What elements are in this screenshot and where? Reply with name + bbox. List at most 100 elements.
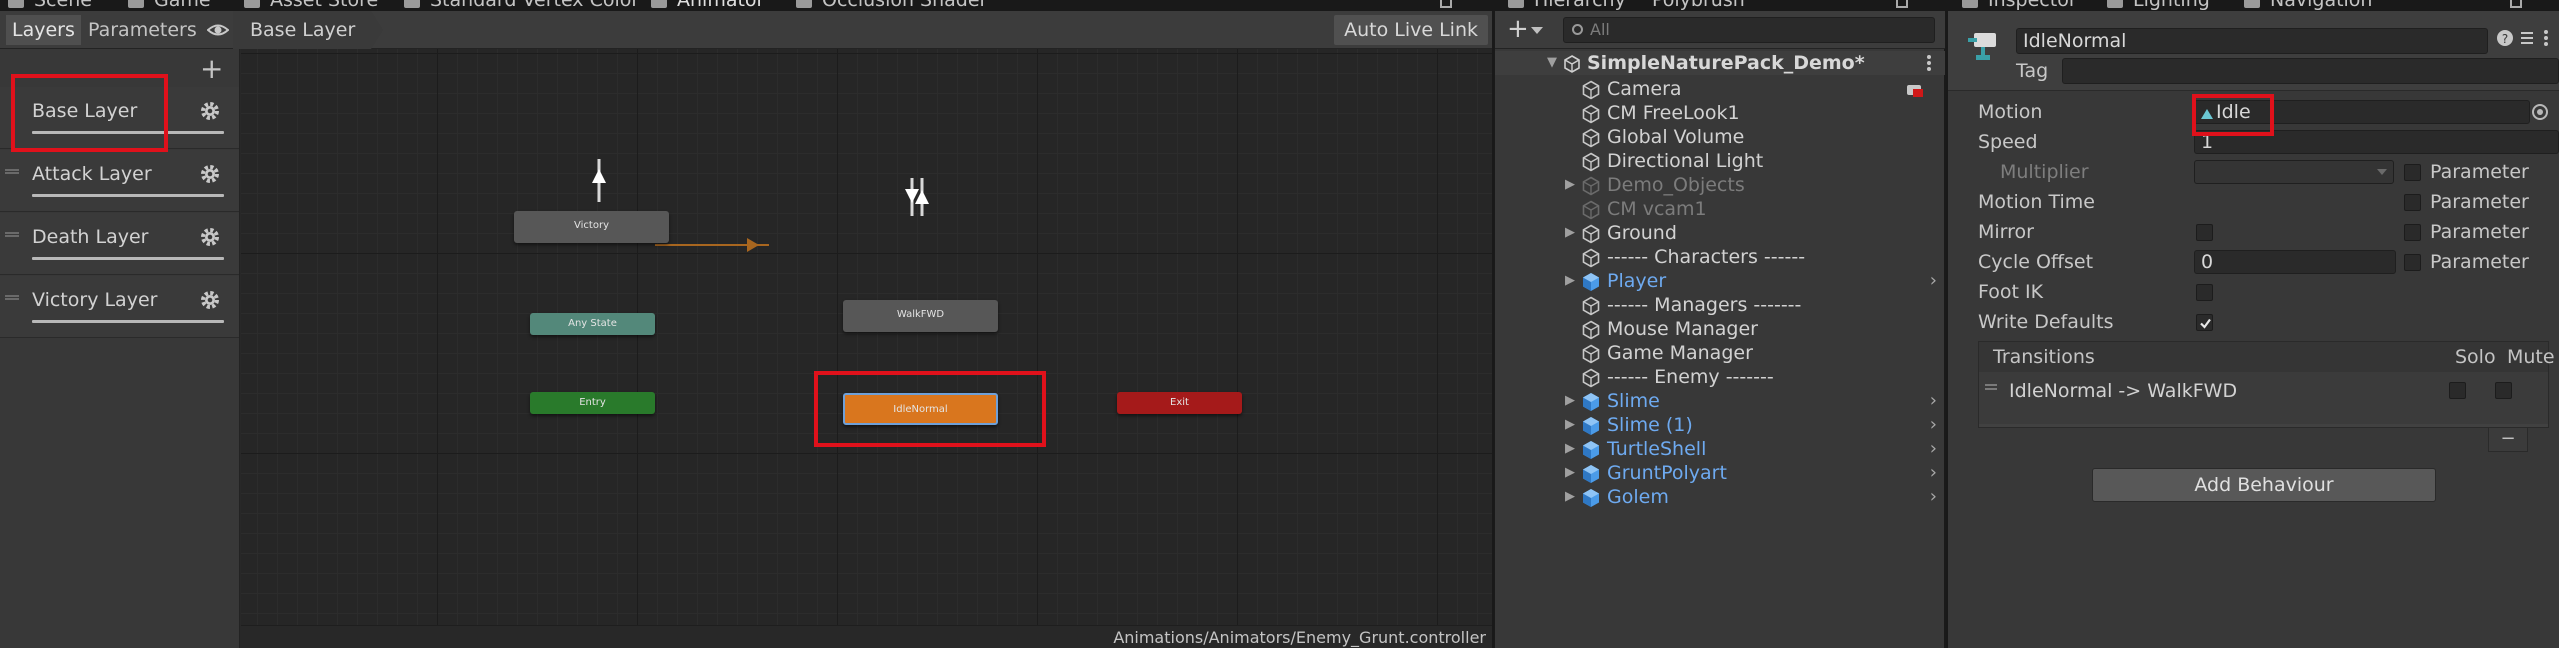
expand-arrow-icon[interactable]: ▶ xyxy=(1565,269,1575,293)
drag-handle-icon[interactable] xyxy=(1985,384,1997,390)
hierarchy-item[interactable]: ------ Managers ------- xyxy=(1495,293,1945,317)
drag-handle-icon[interactable] xyxy=(5,232,19,237)
gear-icon[interactable] xyxy=(199,100,221,122)
eye-icon[interactable] xyxy=(207,21,229,39)
chevron-right-icon[interactable]: › xyxy=(1930,437,1937,461)
multiplier-dropdown[interactable] xyxy=(2194,160,2394,184)
mirror-checkbox[interactable] xyxy=(2196,224,2213,241)
presets-icon[interactable] xyxy=(2518,29,2536,47)
transition-row[interactable]: IdleNormal -> WalkFWD xyxy=(1979,372,2548,424)
tab-hierarchy[interactable]: Hierarchy xyxy=(1508,0,1626,11)
expand-arrow-icon[interactable]: ▼ xyxy=(1547,51,1557,75)
object-picker-icon[interactable] xyxy=(2532,104,2548,120)
multiplier-parameter-checkbox[interactable] xyxy=(2404,164,2421,181)
write-defaults-checkbox[interactable] xyxy=(2196,314,2213,331)
hierarchy-item[interactable]: ▶ Player › xyxy=(1495,269,1945,293)
motion-time-parameter-checkbox[interactable] xyxy=(2404,194,2421,211)
state-exit[interactable]: Exit xyxy=(1117,392,1242,414)
expand-arrow-icon[interactable]: ▶ xyxy=(1565,221,1575,245)
drag-handle-icon[interactable] xyxy=(5,295,19,300)
gear-icon[interactable] xyxy=(199,226,221,248)
expand-arrow-icon[interactable]: ▶ xyxy=(1565,437,1575,461)
hierarchy-item[interactable]: ▶ TurtleShell › xyxy=(1495,437,1945,461)
maximize-icon[interactable] xyxy=(1896,0,1908,8)
state-entry[interactable]: Entry xyxy=(530,392,655,414)
hierarchy-item[interactable]: ▶ Ground xyxy=(1495,221,1945,245)
layers-tab[interactable]: Layers xyxy=(6,15,81,45)
add-layer-button[interactable]: + xyxy=(200,55,223,83)
state-name-field[interactable]: IdleNormal xyxy=(2016,28,2488,54)
state-walkfwd[interactable]: WalkFWD xyxy=(843,300,998,332)
tab-inspector[interactable]: Inspector xyxy=(1962,0,2077,11)
cycle-offset-field[interactable]: 0 xyxy=(2194,250,2396,274)
layer-base[interactable]: Base Layer xyxy=(0,87,239,149)
hierarchy-item[interactable]: Directional Light xyxy=(1495,149,1945,173)
hierarchy-item[interactable]: ------ Characters ------ xyxy=(1495,245,1945,269)
tab-navigation[interactable]: Navigation xyxy=(2244,0,2372,11)
gear-icon[interactable] xyxy=(199,163,221,185)
expand-arrow-icon[interactable]: ▶ xyxy=(1565,389,1575,413)
hierarchy-item[interactable]: ▶ Slime › xyxy=(1495,389,1945,413)
tab-standard-vertex-color[interactable]: Standard Vertex Color xyxy=(404,0,639,11)
tab-lighting[interactable]: Lighting xyxy=(2107,0,2210,11)
auto-live-link-button[interactable]: Auto Live Link xyxy=(1334,15,1488,45)
hierarchy-search[interactable]: All xyxy=(1563,17,1935,43)
chevron-right-icon[interactable]: › xyxy=(1930,389,1937,413)
drag-handle-icon[interactable] xyxy=(5,169,19,174)
hierarchy-item[interactable]: ▶ Golem › xyxy=(1495,485,1945,509)
expand-arrow-icon[interactable]: ▶ xyxy=(1565,461,1575,485)
hierarchy-item[interactable]: Game Manager xyxy=(1495,341,1945,365)
chevron-down-icon[interactable] xyxy=(1531,27,1543,35)
state-idlenormal[interactable]: IdleNormal xyxy=(843,393,998,425)
mute-checkbox[interactable] xyxy=(2495,382,2512,399)
tab-animator[interactable]: Animator xyxy=(651,0,764,11)
tab-scene[interactable]: Scene xyxy=(8,0,92,11)
chevron-right-icon[interactable]: › xyxy=(1930,461,1937,485)
hierarchy-item[interactable]: Camera xyxy=(1495,77,1945,101)
hierarchy-item[interactable]: Global Volume xyxy=(1495,125,1945,149)
mirror-parameter-checkbox[interactable] xyxy=(2404,224,2421,241)
expand-arrow-icon[interactable]: ▶ xyxy=(1565,413,1575,437)
motion-field[interactable]: Idle xyxy=(2194,100,2530,124)
scene-root-row[interactable]: ▼ SimpleNaturePack_Demo* xyxy=(1495,51,1945,75)
more-options-icon[interactable] xyxy=(2544,30,2548,46)
hierarchy-item[interactable]: CM FreeLook1 xyxy=(1495,101,1945,125)
tab-game[interactable]: Game xyxy=(128,0,211,11)
state-victory[interactable]: Victory xyxy=(514,211,669,243)
tab-polybrush[interactable]: Polybrush xyxy=(1652,0,1745,11)
gameobject-icon xyxy=(1581,368,1601,388)
layer-death[interactable]: Death Layer xyxy=(0,213,239,275)
expand-arrow-icon[interactable]: ▶ xyxy=(1565,173,1575,197)
hierarchy-item[interactable]: CM vcam1 xyxy=(1495,197,1945,221)
solo-checkbox[interactable] xyxy=(2449,382,2466,399)
help-icon[interactable]: ? xyxy=(2496,29,2514,47)
create-plus-icon[interactable]: + xyxy=(1507,14,1529,44)
parameters-tab[interactable]: Parameters xyxy=(82,15,203,45)
breadcrumb[interactable]: Base Layer xyxy=(233,11,384,49)
chevron-right-icon[interactable]: › xyxy=(1930,413,1937,437)
tag-field[interactable] xyxy=(2062,58,2559,84)
maximize-icon[interactable] xyxy=(2510,0,2522,8)
hierarchy-item[interactable]: ------ Enemy ------- xyxy=(1495,365,1945,389)
chevron-right-icon[interactable]: › xyxy=(1930,485,1937,509)
chevron-right-icon[interactable]: › xyxy=(1930,269,1937,293)
tab-asset-store[interactable]: Asset Store xyxy=(244,0,378,11)
hierarchy-item[interactable]: Mouse Manager xyxy=(1495,317,1945,341)
state-any-state[interactable]: Any State xyxy=(530,313,655,335)
add-behaviour-button[interactable]: Add Behaviour xyxy=(2092,468,2436,502)
maximize-icon[interactable] xyxy=(1440,0,1452,8)
hierarchy-item[interactable]: ▶ Slime (1) › xyxy=(1495,413,1945,437)
hierarchy-item[interactable]: ▶ GruntPolyart › xyxy=(1495,461,1945,485)
speed-field[interactable]: 1 xyxy=(2194,130,2559,154)
expand-arrow-icon[interactable]: ▶ xyxy=(1565,485,1575,509)
state-machine-graph[interactable]: Victory Any State Entry WalkFWD IdleNorm… xyxy=(241,49,1492,625)
hierarchy-item[interactable]: ▶ Demo_Objects xyxy=(1495,173,1945,197)
tab-occlusion-shader[interactable]: Occlusion Shader xyxy=(796,0,987,11)
gear-icon[interactable] xyxy=(199,289,221,311)
foot-ik-checkbox[interactable] xyxy=(2196,284,2213,301)
cycle-offset-parameter-checkbox[interactable] xyxy=(2404,254,2421,271)
more-options-icon[interactable] xyxy=(1927,55,1931,71)
layer-victory[interactable]: Victory Layer xyxy=(0,276,239,338)
layer-attack[interactable]: Attack Layer xyxy=(0,150,239,212)
remove-transition-button[interactable]: − xyxy=(2488,428,2528,452)
